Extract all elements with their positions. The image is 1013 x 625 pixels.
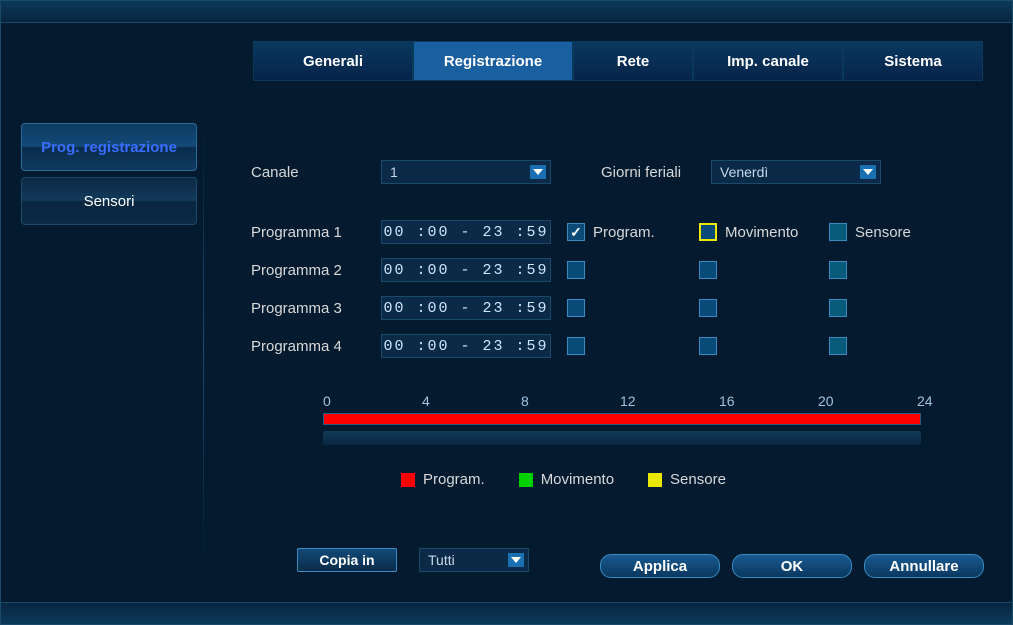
label-program4: Programma 4 — [251, 338, 381, 355]
row-program4: Programma 4 00 :00 - 23 :59 — [251, 327, 982, 365]
sidebar-item-sensors[interactable]: Sensori — [21, 177, 197, 225]
select-channel[interactable]: 1 — [381, 160, 551, 184]
select-weekday[interactable]: Venerdì — [711, 160, 881, 184]
sidebar: Prog. registrazione Sensori — [21, 123, 197, 231]
legend-program: Program. — [401, 471, 485, 488]
timeline: 0 4 8 12 16 20 24 — [323, 393, 943, 445]
footer-buttons: Applica OK Annullare — [600, 554, 984, 578]
tab-network[interactable]: Rete — [573, 41, 693, 81]
checkbox-p4-sensor[interactable] — [829, 337, 847, 355]
tick-8: 8 — [521, 393, 620, 409]
select-copy-target[interactable]: Tutti — [419, 548, 529, 572]
bottom-bar — [1, 602, 1012, 624]
checkbox-p2-sensor[interactable] — [829, 261, 847, 279]
swatch-motion-icon — [519, 473, 533, 487]
apply-button[interactable]: Applica — [600, 554, 720, 578]
legend-motion: Movimento — [519, 471, 614, 488]
sidebar-separator — [203, 123, 204, 572]
tick-24: 24 — [917, 393, 941, 409]
tab-general[interactable]: Generali — [253, 41, 413, 81]
checkbox-p2-motion[interactable] — [699, 261, 717, 279]
timeline-ticks: 0 4 8 12 16 20 24 — [323, 393, 943, 409]
time-input-p3[interactable]: 00 :00 - 23 :59 — [381, 296, 551, 320]
select-weekday-value: Venerdì — [720, 164, 768, 180]
col-header-program: Program. — [593, 224, 655, 241]
swatch-program-icon — [401, 473, 415, 487]
cancel-button[interactable]: Annullare — [864, 554, 984, 578]
checkbox-p4-program[interactable] — [567, 337, 585, 355]
legend-program-label: Program. — [423, 471, 485, 488]
label-program2: Programma 2 — [251, 262, 381, 279]
checkbox-p1-motion[interactable] — [699, 223, 717, 241]
label-program3: Programma 3 — [251, 300, 381, 317]
checkbox-p3-motion[interactable] — [699, 299, 717, 317]
timeline-track[interactable] — [323, 413, 921, 425]
main-area: Generali Registrazione Rete Imp. canale … — [1, 23, 1012, 602]
weekday-group: Giorni feriali Venerdì — [601, 160, 881, 184]
time-input-p1[interactable]: 00 :00 - 23 :59 — [381, 220, 551, 244]
sidebar-item-rec-schedule[interactable]: Prog. registrazione — [21, 123, 197, 171]
label-channel: Canale — [251, 164, 381, 181]
chevron-down-icon — [508, 553, 524, 567]
checkbox-p3-program[interactable] — [567, 299, 585, 317]
col-header-motion: Movimento — [725, 224, 798, 241]
ok-button[interactable]: OK — [732, 554, 852, 578]
time-input-p4[interactable]: 00 :00 - 23 :59 — [381, 334, 551, 358]
top-tabs: Generali Registrazione Rete Imp. canale … — [253, 41, 983, 81]
form-area: Canale 1 Giorni feriali Venerdì Programm… — [251, 153, 982, 572]
chevron-down-icon — [530, 165, 546, 179]
tick-20: 20 — [818, 393, 917, 409]
settings-window: Generali Registrazione Rete Imp. canale … — [0, 0, 1013, 625]
legend-motion-label: Movimento — [541, 471, 614, 488]
tab-system[interactable]: Sistema — [843, 41, 983, 81]
time-input-p2[interactable]: 00 :00 - 23 :59 — [381, 258, 551, 282]
tick-12: 12 — [620, 393, 719, 409]
timeline-shadow — [323, 431, 921, 445]
row-program2: Programma 2 00 :00 - 23 :59 — [251, 251, 982, 289]
checkbox-p1-sensor[interactable] — [829, 223, 847, 241]
label-weekday: Giorni feriali — [601, 164, 711, 181]
legend-sensor-label: Sensore — [670, 471, 726, 488]
titlebar — [1, 1, 1012, 23]
label-program1: Programma 1 — [251, 224, 381, 241]
tick-0: 0 — [323, 393, 422, 409]
swatch-sensor-icon — [648, 473, 662, 487]
tick-4: 4 — [422, 393, 521, 409]
select-copy-target-value: Tutti — [428, 552, 455, 568]
checkbox-p2-program[interactable] — [567, 261, 585, 279]
row-channel: Canale 1 Giorni feriali Venerdì — [251, 153, 982, 191]
chevron-down-icon — [860, 165, 876, 179]
tick-16: 16 — [719, 393, 818, 409]
checkbox-p4-motion[interactable] — [699, 337, 717, 355]
legend-sensor: Sensore — [648, 471, 726, 488]
tab-channel-settings[interactable]: Imp. canale — [693, 41, 843, 81]
col-header-sensor: Sensore — [855, 224, 911, 241]
checkbox-p1-program[interactable] — [567, 223, 585, 241]
timeline-fill-program — [324, 414, 920, 424]
row-program3: Programma 3 00 :00 - 23 :59 — [251, 289, 982, 327]
checkbox-p3-sensor[interactable] — [829, 299, 847, 317]
copy-to-button[interactable]: Copia in — [297, 548, 397, 572]
tab-recording[interactable]: Registrazione — [413, 41, 573, 81]
legend: Program. Movimento Sensore — [401, 471, 982, 488]
row-program1: Programma 1 00 :00 - 23 :59 Program. Mov… — [251, 213, 982, 251]
select-channel-value: 1 — [390, 164, 398, 180]
